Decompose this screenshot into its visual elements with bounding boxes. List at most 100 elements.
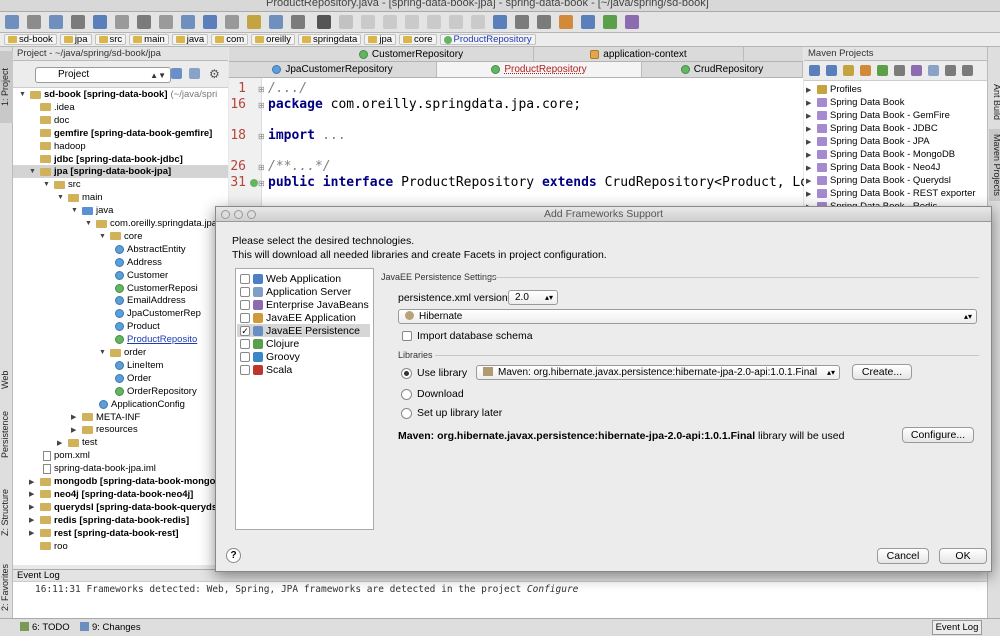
structure-icon[interactable] — [581, 15, 595, 29]
breadcrumb-item[interactable]: jpa — [59, 34, 92, 45]
tree-item[interactable]: ▼ java — [71, 204, 113, 217]
chevron-down-icon[interactable]: ▼ — [57, 194, 65, 201]
stop-icon[interactable] — [427, 15, 441, 29]
maven-project-item[interactable]: ▶ Spring Data Book - REST exporter — [806, 187, 976, 200]
setup-later-radio[interactable] — [401, 408, 412, 419]
project-view-selector[interactable]: Project ▲▼ — [35, 67, 171, 83]
copy-icon[interactable] — [137, 15, 151, 29]
chevron-right-icon[interactable]: ▶ — [806, 125, 814, 133]
vcs-update-icon[interactable] — [493, 15, 507, 29]
minimize-window-icon[interactable] — [234, 210, 243, 219]
tab-ant-build[interactable]: Ant Build — [989, 77, 1000, 127]
tree-item[interactable]: Order — [115, 372, 151, 385]
tree-item[interactable]: Product — [115, 320, 160, 333]
download-radio[interactable] — [401, 389, 412, 400]
event-log-button[interactable]: Event Log — [932, 620, 982, 635]
editor-tab[interactable]: CrudRepository — [642, 62, 803, 77]
tree-item[interactable]: ▼ jpa [spring-data-book-jpa] — [29, 165, 171, 178]
save-icon[interactable] — [27, 15, 41, 29]
chevron-right-icon[interactable]: ▶ — [806, 138, 814, 146]
chevron-down-icon[interactable]: ▼ — [71, 207, 79, 214]
chevron-right-icon[interactable]: ▶ — [29, 529, 37, 537]
technology-checkbox[interactable] — [240, 351, 250, 362]
tree-item[interactable]: gemfire [spring-data-book-gemfire] — [29, 127, 212, 140]
close-window-icon[interactable] — [221, 210, 230, 219]
scroll-from-source-icon[interactable] — [171, 68, 182, 79]
technology-checkbox[interactable] — [240, 338, 250, 349]
settings-icon[interactable] — [945, 65, 956, 76]
chevron-right-icon[interactable]: ▶ — [71, 426, 79, 434]
chevron-down-icon[interactable]: ▼ — [43, 181, 51, 188]
technology-item[interactable]: Application Server — [240, 285, 373, 298]
breadcrumb-item[interactable]: core — [399, 34, 437, 45]
settings-icon[interactable] — [559, 15, 573, 29]
chevron-down-icon[interactable]: ▼ — [29, 168, 37, 175]
technology-item[interactable]: Groovy — [240, 350, 373, 363]
sync-icon[interactable] — [49, 15, 63, 29]
breadcrumb-item[interactable]: springdata — [297, 34, 362, 45]
maven-project-item[interactable]: ▶ Profiles — [806, 83, 862, 96]
add-maven-icon[interactable] — [860, 65, 871, 76]
gear-icon[interactable]: ⚙ — [209, 67, 220, 81]
toggle-offline-icon[interactable] — [894, 65, 905, 76]
editor-tab[interactable]: CustomerRepository — [289, 47, 534, 61]
help-icon[interactable] — [625, 15, 639, 29]
collapse-icon[interactable] — [928, 65, 939, 76]
tree-item[interactable]: OrderRepository — [115, 385, 197, 398]
tree-item[interactable]: Customer — [115, 269, 168, 282]
coverage-icon[interactable] — [383, 15, 397, 29]
tree-item[interactable]: ▶ neo4j [spring-data-book-neo4j] — [29, 488, 193, 501]
tree-item[interactable]: ▶ redis [spring-data-book-redis] — [29, 514, 189, 527]
chevron-right-icon[interactable]: ▶ — [806, 151, 814, 159]
vcs-commit-icon[interactable] — [515, 15, 529, 29]
make-icon[interactable] — [269, 15, 283, 29]
tree-item[interactable]: ▶ querydsl [spring-data-book-querydsl — [29, 501, 220, 514]
fold-marker-icon[interactable]: ⊞ — [258, 85, 265, 94]
breadcrumb-item[interactable]: sd-book — [4, 34, 57, 45]
chevron-down-icon[interactable]: ▼ — [85, 220, 93, 227]
collapse-all-icon[interactable] — [189, 68, 200, 79]
tab-persistence[interactable]: Persistence — [0, 407, 13, 462]
maven-project-item[interactable]: ▶ Spring Data Book - Querydsl — [806, 174, 951, 187]
technology-item[interactable]: Scala — [240, 363, 373, 376]
configure-button[interactable]: Configure... — [902, 427, 974, 443]
chevron-right-icon[interactable]: ▶ — [806, 164, 814, 172]
paste-icon[interactable] — [159, 15, 173, 29]
profile-icon[interactable] — [405, 15, 419, 29]
debug-icon[interactable] — [361, 15, 375, 29]
build-icon[interactable] — [449, 15, 463, 29]
todo-tab[interactable]: 6: TODO — [20, 622, 70, 633]
technology-item[interactable]: Clojure — [240, 337, 373, 350]
maven-project-item[interactable]: ▶ Spring Data Book - Neo4J — [806, 161, 940, 174]
undo-icon[interactable] — [71, 15, 85, 29]
tree-item[interactable]: ▼ com.oreilly.springdata.jpa — [85, 217, 217, 230]
tree-item[interactable]: ▶ META-INF — [71, 411, 140, 424]
technology-checkbox[interactable] — [240, 364, 250, 375]
tree-item[interactable]: CustomerReposi — [115, 282, 198, 295]
breadcrumb-item[interactable]: oreilly — [251, 34, 295, 45]
reimport-icon[interactable] — [826, 65, 837, 76]
import-schema-checkbox[interactable] — [402, 331, 412, 341]
chevron-right-icon[interactable]: ▶ — [806, 177, 814, 185]
help-button[interactable]: ? — [226, 548, 241, 563]
configure-link[interactable]: Configure — [527, 584, 578, 595]
tab-maven-projects[interactable]: Maven Projects — [989, 129, 1000, 201]
tree-item[interactable]: spring-data-book-jpa.iml — [43, 462, 156, 475]
breadcrumb-item[interactable]: jpa — [364, 34, 397, 45]
refresh-icon[interactable] — [809, 65, 820, 76]
redo-icon[interactable] — [93, 15, 107, 29]
chevron-right-icon[interactable]: ▶ — [806, 190, 814, 198]
technology-checkbox[interactable] — [240, 312, 250, 323]
tree-item[interactable]: doc — [29, 114, 69, 127]
forward-icon[interactable] — [247, 15, 261, 29]
code-editor[interactable]: 1 ⊞/.../16 ⊞ package com.oreilly.springdata… — [229, 78, 808, 208]
chevron-right-icon[interactable]: ▶ — [29, 516, 37, 524]
fold-marker-icon[interactable]: ⊞ — [258, 101, 265, 110]
tree-item[interactable]: ▶ test — [57, 436, 97, 449]
tree-item[interactable]: ▶ rest [spring-data-book-rest] — [29, 527, 179, 540]
cancel-button[interactable]: Cancel — [877, 548, 929, 564]
deploy-icon[interactable] — [471, 15, 485, 29]
technology-item[interactable]: ✓ JavaEE Persistence — [237, 324, 370, 337]
maven-project-item[interactable]: ▶ Spring Data Book — [806, 96, 904, 109]
maven-project-item[interactable]: ▶ Spring Data Book - JPA — [806, 135, 930, 148]
